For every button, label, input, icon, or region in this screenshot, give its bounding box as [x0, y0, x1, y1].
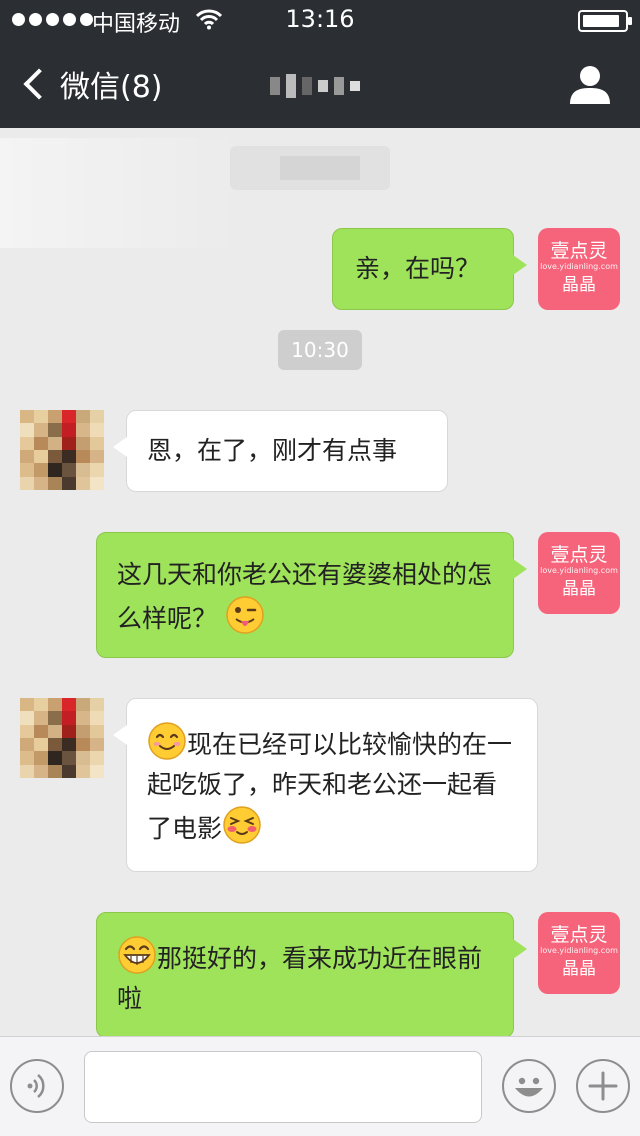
my-avatar[interactable]: 壹点灵 love.yidianling.com 晶晶 [538, 912, 620, 994]
chat-area[interactable]: 亲，在吗？ 壹点灵 love.yidianling.com 晶晶 10:30 恩… [0, 128, 640, 1038]
avatar-domain: love.yidianling.com [540, 262, 618, 271]
avatar-brand: 壹点灵 [550, 240, 608, 262]
avatar-brand: 壹点灵 [550, 924, 608, 946]
status-bar: 中国移动 13:16 [0, 0, 640, 40]
message-text: 恩，在了，刚才有点事 [147, 436, 398, 465]
avatar-name: 晶晶 [562, 275, 596, 295]
winking-tongue-emoji-icon [226, 596, 264, 634]
message-bubble-sent[interactable]: 那挺好的，看来成功近在眼前啦 [96, 912, 527, 1038]
more-button[interactable] [576, 1059, 630, 1113]
voice-button[interactable] [10, 1059, 64, 1113]
chevron-left-icon [23, 68, 55, 100]
emoji-icon [515, 1077, 543, 1097]
user-icon[interactable] [568, 62, 612, 106]
voice-icon [27, 1074, 45, 1098]
smile-emoji-icon [148, 722, 186, 760]
avatar-domain: love.yidianling.com [540, 946, 618, 955]
message-text: 亲，在吗？ [355, 254, 481, 283]
chat-title-obscured [270, 68, 380, 104]
contact-avatar[interactable] [20, 410, 104, 490]
clock: 13:16 [285, 5, 355, 33]
emoji-button[interactable] [502, 1059, 556, 1113]
my-avatar[interactable]: 壹点灵 love.yidianling.com 晶晶 [538, 228, 620, 310]
timestamp: 10:30 [278, 330, 362, 370]
blurred-region [0, 138, 240, 248]
nav-bar: 微信(8) [0, 40, 640, 128]
my-avatar[interactable]: 壹点灵 love.yidianling.com 晶晶 [538, 532, 620, 614]
avatar-brand: 壹点灵 [550, 544, 608, 566]
message-input[interactable] [84, 1051, 482, 1123]
grinning-emoji-icon [118, 936, 156, 974]
message-text: 这几天和你老公还有婆婆相处的怎么样呢？ [117, 560, 493, 633]
message-bubble-received[interactable]: 恩，在了，刚才有点事 [113, 410, 448, 492]
blushing-emoji-icon [223, 806, 261, 844]
avatar-domain: love.yidianling.com [540, 566, 618, 575]
message-text: 现在已经可以比较愉快的在一起吃饭了，昨天和老公还一起看了电影 [147, 730, 513, 843]
message-text: 那挺好的，看来成功近在眼前啦 [117, 944, 483, 1013]
battery-icon [578, 10, 632, 32]
back-button[interactable]: 微信(8) [18, 62, 163, 106]
top-bar: 中国移动 13:16 微信(8) [0, 0, 640, 128]
avatar-name: 晶晶 [562, 579, 596, 599]
avatar-name: 晶晶 [562, 959, 596, 979]
message-bubble-sent[interactable]: 亲，在吗？ [332, 228, 527, 310]
timestamp-obscured [230, 146, 390, 190]
back-label: 微信(8) [60, 70, 163, 105]
message-bubble-sent[interactable]: 这几天和你老公还有婆婆相处的怎么样呢？ [96, 532, 527, 658]
plus-icon [588, 1071, 618, 1101]
contact-avatar[interactable] [20, 698, 104, 778]
input-bar [0, 1036, 640, 1136]
message-bubble-received[interactable]: 现在已经可以比较愉快的在一起吃饭了，昨天和老公还一起看了电影 [113, 698, 538, 872]
